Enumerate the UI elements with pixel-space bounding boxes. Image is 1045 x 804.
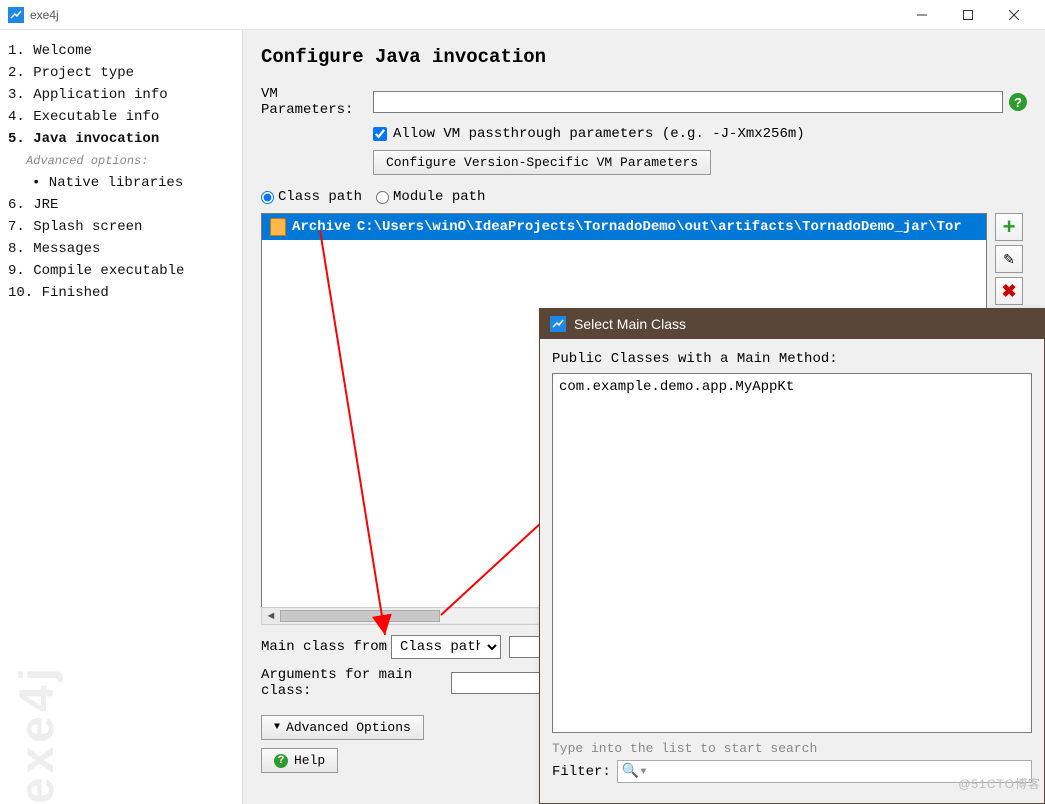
main-class-list[interactable]: com.example.demo.app.MyAppKt: [552, 373, 1032, 733]
chevron-down-icon: ▼: [274, 722, 280, 733]
step-compile[interactable]: 9. Compile executable: [8, 260, 234, 282]
main-class-entry[interactable]: com.example.demo.app.MyAppKt: [557, 378, 1027, 396]
dialog-hint: Type into the list to start search: [552, 741, 1032, 756]
filter-label: Filter:: [552, 764, 611, 780]
window-title: exe4j: [30, 8, 59, 22]
archive-icon: [270, 218, 286, 236]
main-class-dropdown[interactable]: Class path: [391, 635, 501, 659]
step-splash[interactable]: 7. Splash screen: [8, 216, 234, 238]
classpath-radio[interactable]: Class path: [261, 189, 362, 205]
help-button[interactable]: ? Help: [261, 748, 338, 773]
step-jre[interactable]: 6. JRE: [8, 194, 234, 216]
app-icon: [8, 7, 24, 23]
modulepath-radio[interactable]: Module path: [376, 189, 485, 205]
step-native-libraries[interactable]: • Native libraries: [8, 172, 234, 194]
sidebar-watermark: exe4j: [10, 664, 65, 804]
archive-path: C:\Users\winO\IdeaProjects\TornadoDemo\o…: [357, 219, 962, 235]
app-icon: [550, 316, 566, 332]
step-finished[interactable]: 10. Finished: [8, 282, 234, 304]
select-main-class-dialog: Select Main Class Public Classes with a …: [539, 308, 1045, 804]
maximize-button[interactable]: [945, 0, 991, 30]
dialog-subtitle: Public Classes with a Main Method:: [552, 351, 1032, 367]
advanced-options-label: Advanced options:: [8, 150, 234, 172]
main-class-label: Main class from: [261, 639, 391, 655]
step-welcome[interactable]: 1. Welcome: [8, 40, 234, 62]
help-icon: ?: [274, 754, 288, 768]
dialog-title: Select Main Class: [574, 316, 686, 332]
vm-params-input[interactable]: [373, 91, 1003, 113]
close-button[interactable]: [991, 0, 1037, 30]
step-sidebar: 1. Welcome 2. Project type 3. Applicatio…: [0, 30, 243, 804]
step-project-type[interactable]: 2. Project type: [8, 62, 234, 84]
edit-entry-button[interactable]: ✎: [995, 245, 1023, 273]
classpath-item[interactable]: Archive C:\Users\winO\IdeaProjects\Torna…: [262, 214, 986, 240]
step-messages[interactable]: 8. Messages: [8, 238, 234, 260]
scroll-left-icon[interactable]: ◄: [262, 610, 280, 622]
add-entry-button[interactable]: +: [995, 213, 1023, 241]
page-heading: Configure Java invocation: [261, 46, 1027, 68]
advanced-options-button[interactable]: ▼ Advanced Options: [261, 715, 424, 740]
step-app-info[interactable]: 3. Application info: [8, 84, 234, 106]
scroll-thumb[interactable]: [280, 610, 440, 622]
step-java-invocation[interactable]: 5. Java invocation: [8, 128, 234, 150]
delete-entry-button[interactable]: ✖: [995, 277, 1023, 305]
configure-vm-button[interactable]: Configure Version-Specific VM Parameters: [373, 150, 711, 175]
allow-passthrough-label: Allow VM passthrough parameters (e.g. -J…: [393, 126, 805, 142]
args-label: Arguments for main class:: [261, 667, 451, 699]
corner-watermark: @51CTO博客: [958, 775, 1041, 792]
allow-passthrough-checkbox[interactable]: Allow VM passthrough parameters (e.g. -J…: [373, 126, 1027, 142]
help-icon[interactable]: ?: [1009, 93, 1027, 111]
titlebar: exe4j: [0, 0, 1045, 30]
allow-passthrough-input[interactable]: [373, 127, 387, 141]
dialog-titlebar[interactable]: Select Main Class: [540, 309, 1044, 339]
step-executable-info[interactable]: 4. Executable info: [8, 106, 234, 128]
search-icon: 🔍▾: [622, 763, 648, 780]
window-controls: [899, 0, 1037, 30]
minimize-button[interactable]: [899, 0, 945, 30]
vm-params-label: VM Parameters:: [261, 86, 373, 118]
archive-label: Archive: [292, 219, 351, 235]
list-side-buttons: + ✎ ✖: [995, 213, 1023, 305]
